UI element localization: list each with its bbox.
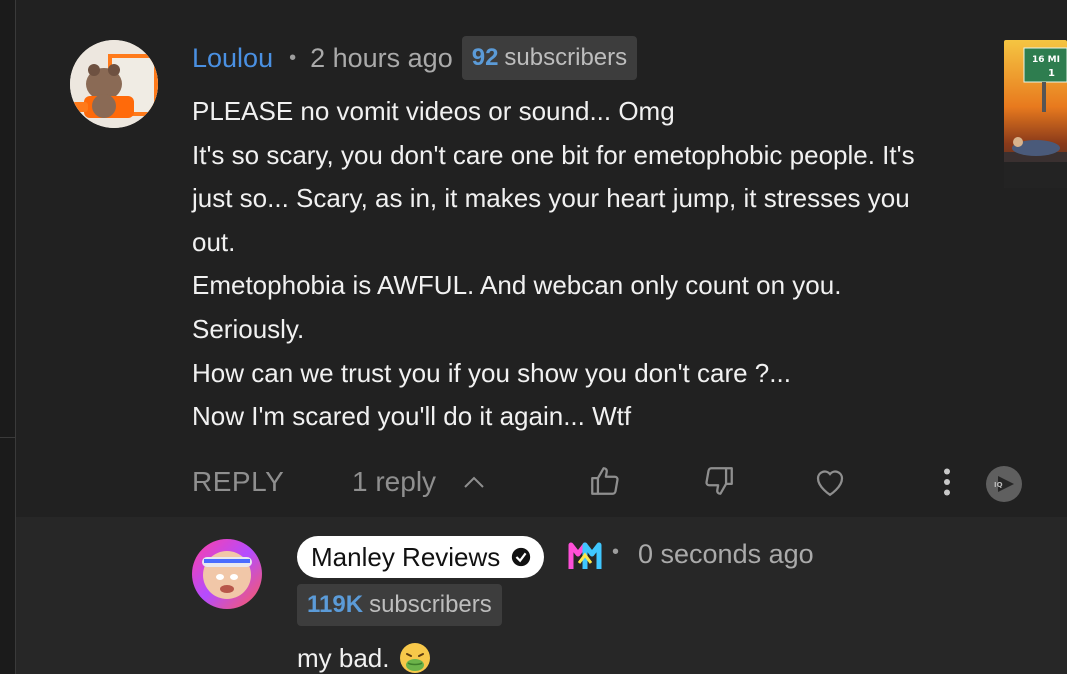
thumbnail-image-icon: 16 MI 1 <box>1004 40 1067 188</box>
subscriber-count: 119K <box>307 591 364 618</box>
comment-line: Seriously. <box>192 313 305 344</box>
svg-text:1: 1 <box>1048 68 1055 79</box>
thumbs-up-icon[interactable] <box>588 464 622 498</box>
nauseated-face-emoji <box>399 643 430 673</box>
thumbs-down-icon[interactable] <box>702 464 736 498</box>
reply-text: my bad. <box>297 641 432 674</box>
svg-text:16 MI: 16 MI <box>1032 55 1060 65</box>
comment-header: Loulou • 2 hours ago 92 subscribers <box>192 36 638 80</box>
comment-line: PLEASE no vomit videos or sound... Omg <box>192 96 675 126</box>
subscriber-label: subscribers <box>504 44 628 71</box>
subscriber-label: subscribers <box>369 591 492 618</box>
comment-line: just so... Scary, as in, it makes your h… <box>192 183 910 214</box>
author-avatar[interactable] <box>70 40 158 128</box>
comment-line: Now I'm scared you'll do it again... Wtf <box>192 401 632 432</box>
comment-line: It's so scary, you don't care one bit fo… <box>192 139 915 170</box>
avatar-image-icon <box>192 539 262 609</box>
avatar-image-icon <box>70 40 158 128</box>
comment-line: out. <box>192 226 236 257</box>
reply-author-name: Manley Reviews <box>311 541 501 572</box>
member-badge-icon <box>568 542 602 569</box>
reply-button[interactable]: REPLY <box>192 466 284 498</box>
comment-line: How can we trust you if you show you don… <box>192 357 791 388</box>
svg-text:IQ: IQ <box>994 481 1003 489</box>
reply-text-content: my bad. <box>297 642 390 673</box>
reply-timestamp[interactable]: 0 seconds ago <box>638 539 814 570</box>
separator-dot: • <box>289 46 297 69</box>
chevron-up-icon[interactable] <box>462 470 486 494</box>
video-thumbnail[interactable]: 16 MI 1 <box>1004 40 1067 188</box>
subscriber-count: 92 <box>471 44 499 71</box>
comment-text: PLEASE no vomit videos or sound... Omg I… <box>192 90 992 439</box>
heart-icon[interactable] <box>812 464 848 500</box>
subscriber-badge: 119K subscribers <box>297 584 502 626</box>
verified-check-icon <box>512 547 531 567</box>
separator-dot: • <box>612 541 620 563</box>
comment-timestamp[interactable]: 2 hours ago <box>310 43 453 74</box>
rail-divider <box>0 437 16 438</box>
comment-line: Emetophobia is AWFUL. And webcan only co… <box>192 270 842 301</box>
more-vert-icon[interactable] <box>932 464 962 500</box>
tubebuddy-icon[interactable]: IQ <box>984 464 1024 504</box>
author-name-link[interactable]: Loulou <box>192 43 273 74</box>
left-rail <box>0 0 16 674</box>
comment-actions: REPLY 1 reply IQ <box>192 460 1032 506</box>
channel-owner-badge[interactable]: Manley Reviews <box>297 536 545 578</box>
view-replies-button[interactable]: 1 reply <box>352 466 436 498</box>
subscriber-badge: 92 subscribers <box>461 36 638 80</box>
comment-thread: Loulou • 2 hours ago 92 subscribers PLEA… <box>16 0 1067 517</box>
reply-author-avatar[interactable] <box>192 539 262 609</box>
reply-thread: Manley Reviews • 0 seconds ago 119K subs… <box>16 517 1067 674</box>
